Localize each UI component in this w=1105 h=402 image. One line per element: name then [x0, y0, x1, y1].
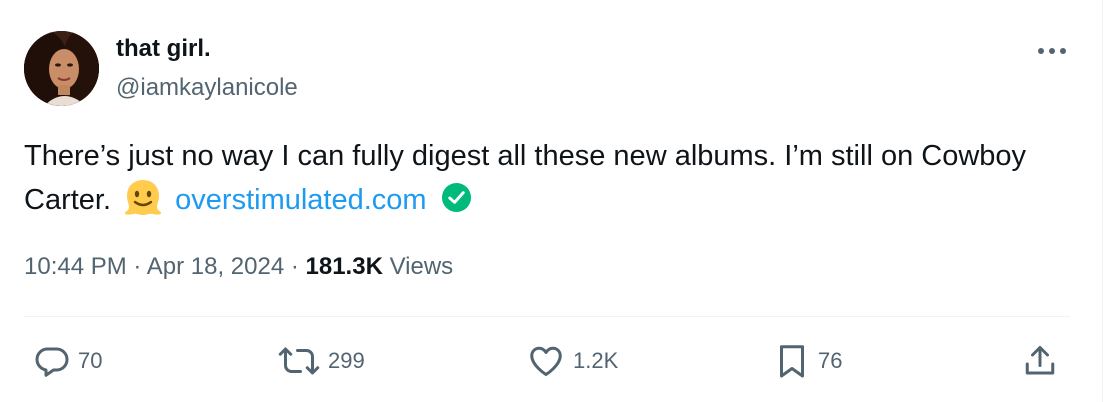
- reply-button[interactable]: 70: [34, 341, 102, 381]
- repost-icon: [278, 347, 320, 375]
- melting-face-icon: [125, 180, 162, 215]
- column-border: [1102, 0, 1103, 402]
- tweet-time[interactable]: 10:44 PM: [24, 253, 127, 280]
- views-label: Views: [382, 253, 454, 280]
- tweet-text: There’s just no way I can fully digest a…: [24, 135, 1074, 221]
- author-display-name[interactable]: that girl.: [116, 33, 211, 65]
- share-icon: [1025, 346, 1055, 375]
- bookmark-button[interactable]: 76: [774, 341, 842, 381]
- views-count: 181.3K: [305, 253, 383, 280]
- author-handle[interactable]: @iamkaylanicole: [116, 72, 298, 104]
- reply-icon: [35, 347, 69, 377]
- meta-separator: ·: [284, 253, 306, 280]
- like-count: 1.2K: [573, 348, 619, 373]
- tweet-meta: 10:44 PM · Apr 18, 2024 · 181.3K Views: [24, 250, 453, 284]
- tweet-date[interactable]: Apr 18, 2024: [147, 253, 284, 280]
- divider: [24, 316, 1070, 317]
- share-button[interactable]: [1022, 341, 1058, 381]
- reply-count: 70: [78, 348, 103, 373]
- bookmark-icon: [780, 345, 804, 378]
- external-link[interactable]: overstimulated.com: [175, 184, 426, 216]
- profile-photo: [24, 31, 99, 106]
- repost-count: 299: [328, 348, 365, 373]
- meta-separator: ·: [126, 253, 147, 280]
- bookmark-count: 76: [818, 348, 843, 373]
- verified-check-icon: [441, 182, 471, 213]
- like-button[interactable]: 1.2K: [527, 341, 618, 381]
- more-dots-icon: [1038, 48, 1066, 54]
- repost-button[interactable]: 299: [278, 341, 365, 381]
- avatar[interactable]: [24, 31, 99, 106]
- heart-icon: [530, 346, 562, 376]
- more-options-button[interactable]: [1034, 38, 1070, 64]
